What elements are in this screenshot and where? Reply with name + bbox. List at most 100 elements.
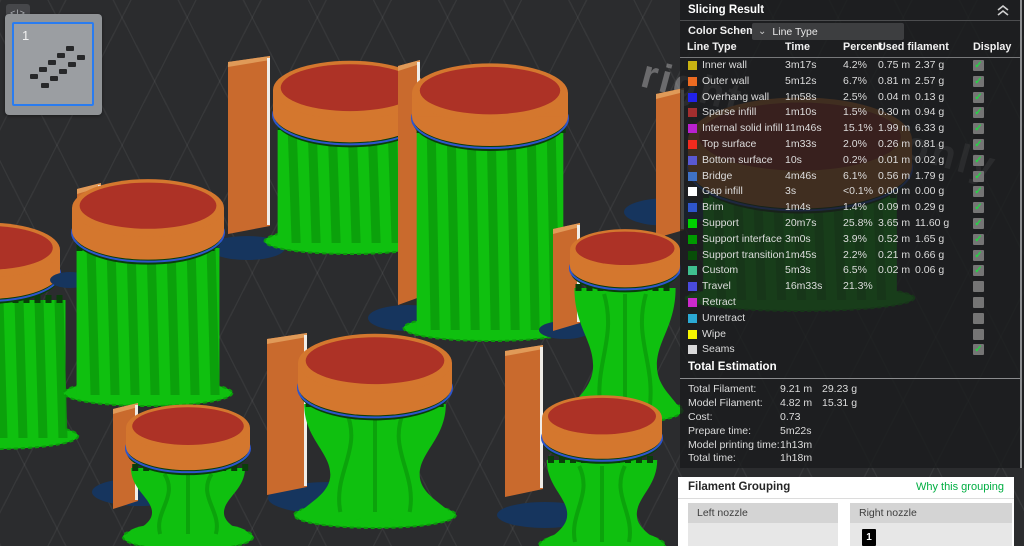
percent-value: 2.5% bbox=[843, 90, 867, 103]
display-checkbox[interactable]: ✓ bbox=[973, 138, 984, 150]
panel-title: Slicing Result bbox=[688, 4, 765, 16]
filament-length: 0.52 m bbox=[878, 232, 911, 245]
col-line-type: Line Type bbox=[687, 41, 737, 53]
line-type-label: Retract bbox=[702, 295, 736, 308]
display-checkbox[interactable]: ✓ bbox=[973, 217, 984, 229]
line-type-table: Inner wall 3m17s 4.2% 0.75 m 2.37 g ✓ Outer wa… bbox=[680, 58, 1020, 358]
line-type-label: Top surface bbox=[702, 137, 757, 150]
color-scheme-row: Color Scheme ⌄ Line Type bbox=[680, 22, 1020, 41]
display-checkbox[interactable]: ✓ bbox=[973, 170, 984, 182]
color-swatch bbox=[688, 92, 697, 102]
estimation-label: Total Filament: bbox=[688, 383, 757, 395]
filament-length: 0.00 m bbox=[878, 185, 911, 198]
line-type-label: Custom bbox=[702, 264, 739, 277]
percent-value: 21.3% bbox=[843, 280, 873, 293]
total-estimation-title: Total Estimation bbox=[688, 361, 777, 373]
display-checkbox[interactable]: ✓ bbox=[973, 107, 984, 119]
line-type-row: Sparse infill 1m10s 1.5% 0.30 m 0.94 g ✓ bbox=[680, 105, 1020, 121]
line-type-label: Travel bbox=[702, 280, 731, 293]
total-estimation-row: Cost: 0.73 bbox=[680, 410, 1020, 424]
line-type-row: Top surface 1m33s 2.0% 0.26 m 0.81 g ✓ bbox=[680, 137, 1020, 153]
display-checkbox[interactable]: ✓ bbox=[973, 75, 984, 87]
display-checkbox[interactable] bbox=[973, 328, 984, 340]
line-type-label: Sparse infill bbox=[702, 106, 757, 119]
plate-list-card: 1 bbox=[5, 14, 102, 115]
collapse-panel-button[interactable] bbox=[996, 4, 1010, 17]
percent-value: 3.9% bbox=[843, 232, 867, 245]
color-scheme-dropdown[interactable]: ⌄ Line Type bbox=[752, 23, 904, 40]
display-checkbox[interactable] bbox=[973, 296, 984, 308]
filament-length: 0.81 m bbox=[878, 74, 911, 87]
total-estimation-row: Model printing time: 1h13m bbox=[680, 438, 1020, 452]
color-scheme-value: Line Type bbox=[772, 25, 818, 38]
object-dot bbox=[41, 83, 49, 88]
line-type-label: Bottom surface bbox=[702, 153, 773, 166]
display-checkbox[interactable]: ✓ bbox=[973, 344, 984, 356]
right-nozzle-label: Right nozzle bbox=[850, 503, 1012, 523]
percent-value: 0.2% bbox=[843, 153, 867, 166]
color-swatch bbox=[688, 313, 697, 323]
display-checkbox[interactable]: ✓ bbox=[973, 249, 984, 261]
filament-weight: 0.06 g bbox=[915, 264, 945, 277]
plate-thumbnail[interactable]: 1 bbox=[12, 22, 94, 106]
percent-value: 1.4% bbox=[843, 201, 867, 214]
filament-length: 3.65 m bbox=[878, 216, 911, 229]
display-checkbox[interactable]: ✓ bbox=[973, 60, 984, 71]
display-checkbox[interactable]: ✓ bbox=[973, 265, 984, 277]
grouping-header: Filament Grouping Why this grouping bbox=[678, 477, 1014, 499]
display-checkbox[interactable]: ✓ bbox=[973, 202, 984, 214]
filament-chip-1[interactable]: 1 bbox=[862, 529, 876, 546]
line-type-label: Inner wall bbox=[702, 59, 747, 71]
line-type-row: Seams ✓ bbox=[680, 342, 1020, 358]
color-swatch bbox=[688, 187, 697, 197]
filament-length: 1.99 m bbox=[878, 122, 911, 135]
chevron-double-up-icon bbox=[997, 4, 1009, 16]
color-scheme-label: Color Scheme bbox=[688, 25, 762, 37]
display-checkbox[interactable] bbox=[973, 312, 984, 324]
percent-value: 6.1% bbox=[843, 169, 867, 182]
left-nozzle-box[interactable]: Left nozzle bbox=[688, 503, 838, 546]
filament-weight: 0.13 g bbox=[915, 90, 945, 103]
percent-value: 1.5% bbox=[843, 106, 867, 119]
total-estimation-row: Total time: 1h18m bbox=[680, 451, 1020, 465]
display-checkbox[interactable]: ✓ bbox=[973, 123, 984, 135]
display-checkbox[interactable]: ✓ bbox=[973, 154, 984, 166]
filament-weight: 0.94 g bbox=[915, 106, 945, 119]
object-dot bbox=[77, 55, 85, 60]
estimation-value-2: 15.31 g bbox=[822, 396, 858, 409]
grouping-title: Filament Grouping bbox=[688, 481, 791, 493]
estimation-label: Model Filament: bbox=[688, 396, 763, 409]
total-estimation-row: Prepare time: 5m22s bbox=[680, 424, 1020, 438]
time-value: 11m46s bbox=[785, 122, 822, 135]
object-dot bbox=[59, 69, 67, 74]
display-checkbox[interactable]: ✓ bbox=[973, 91, 984, 103]
time-value: 3s bbox=[785, 185, 797, 198]
slicing-result-panel: Slicing Result Color Scheme ⌄ Line Type … bbox=[680, 0, 1024, 468]
total-estimation-row: Total Filament: 9.21 m 29.23 g bbox=[680, 382, 1020, 396]
estimation-value-1: 1h18m bbox=[780, 452, 813, 465]
filament-weight: 0.29 g bbox=[915, 201, 945, 214]
color-swatch bbox=[688, 155, 697, 165]
why-this-grouping-link[interactable]: Why this grouping bbox=[916, 481, 1004, 493]
table-header: Line Type Time Percent Used filament Dis… bbox=[680, 41, 1020, 57]
color-swatch bbox=[688, 329, 697, 339]
display-checkbox[interactable] bbox=[973, 281, 984, 293]
object-dot bbox=[68, 62, 76, 67]
right-nozzle-box[interactable]: Right nozzle 1 bbox=[850, 503, 1012, 546]
display-checkbox[interactable]: ✓ bbox=[973, 233, 984, 245]
filament-weight: 11.60 g bbox=[915, 216, 950, 229]
estimation-value-1: 9.21 m bbox=[780, 383, 813, 395]
percent-value: 2.0% bbox=[843, 137, 867, 150]
estimation-value-1: 5m22s bbox=[780, 424, 812, 437]
left-nozzle-label: Left nozzle bbox=[688, 503, 838, 523]
time-value: 1m45s bbox=[785, 248, 817, 261]
filament-length: 0.26 m bbox=[878, 137, 911, 150]
filament-weight: 1.79 g bbox=[915, 169, 945, 182]
time-value: 3m17s bbox=[785, 59, 817, 71]
display-checkbox[interactable]: ✓ bbox=[973, 186, 984, 198]
color-swatch bbox=[688, 139, 697, 149]
color-swatch bbox=[688, 61, 697, 70]
time-value: 3m0s bbox=[785, 232, 811, 245]
line-type-row: Support 20m7s 25.8% 3.65 m 11.60 g ✓ bbox=[680, 216, 1020, 232]
panel-scrollbar[interactable] bbox=[1020, 0, 1022, 468]
